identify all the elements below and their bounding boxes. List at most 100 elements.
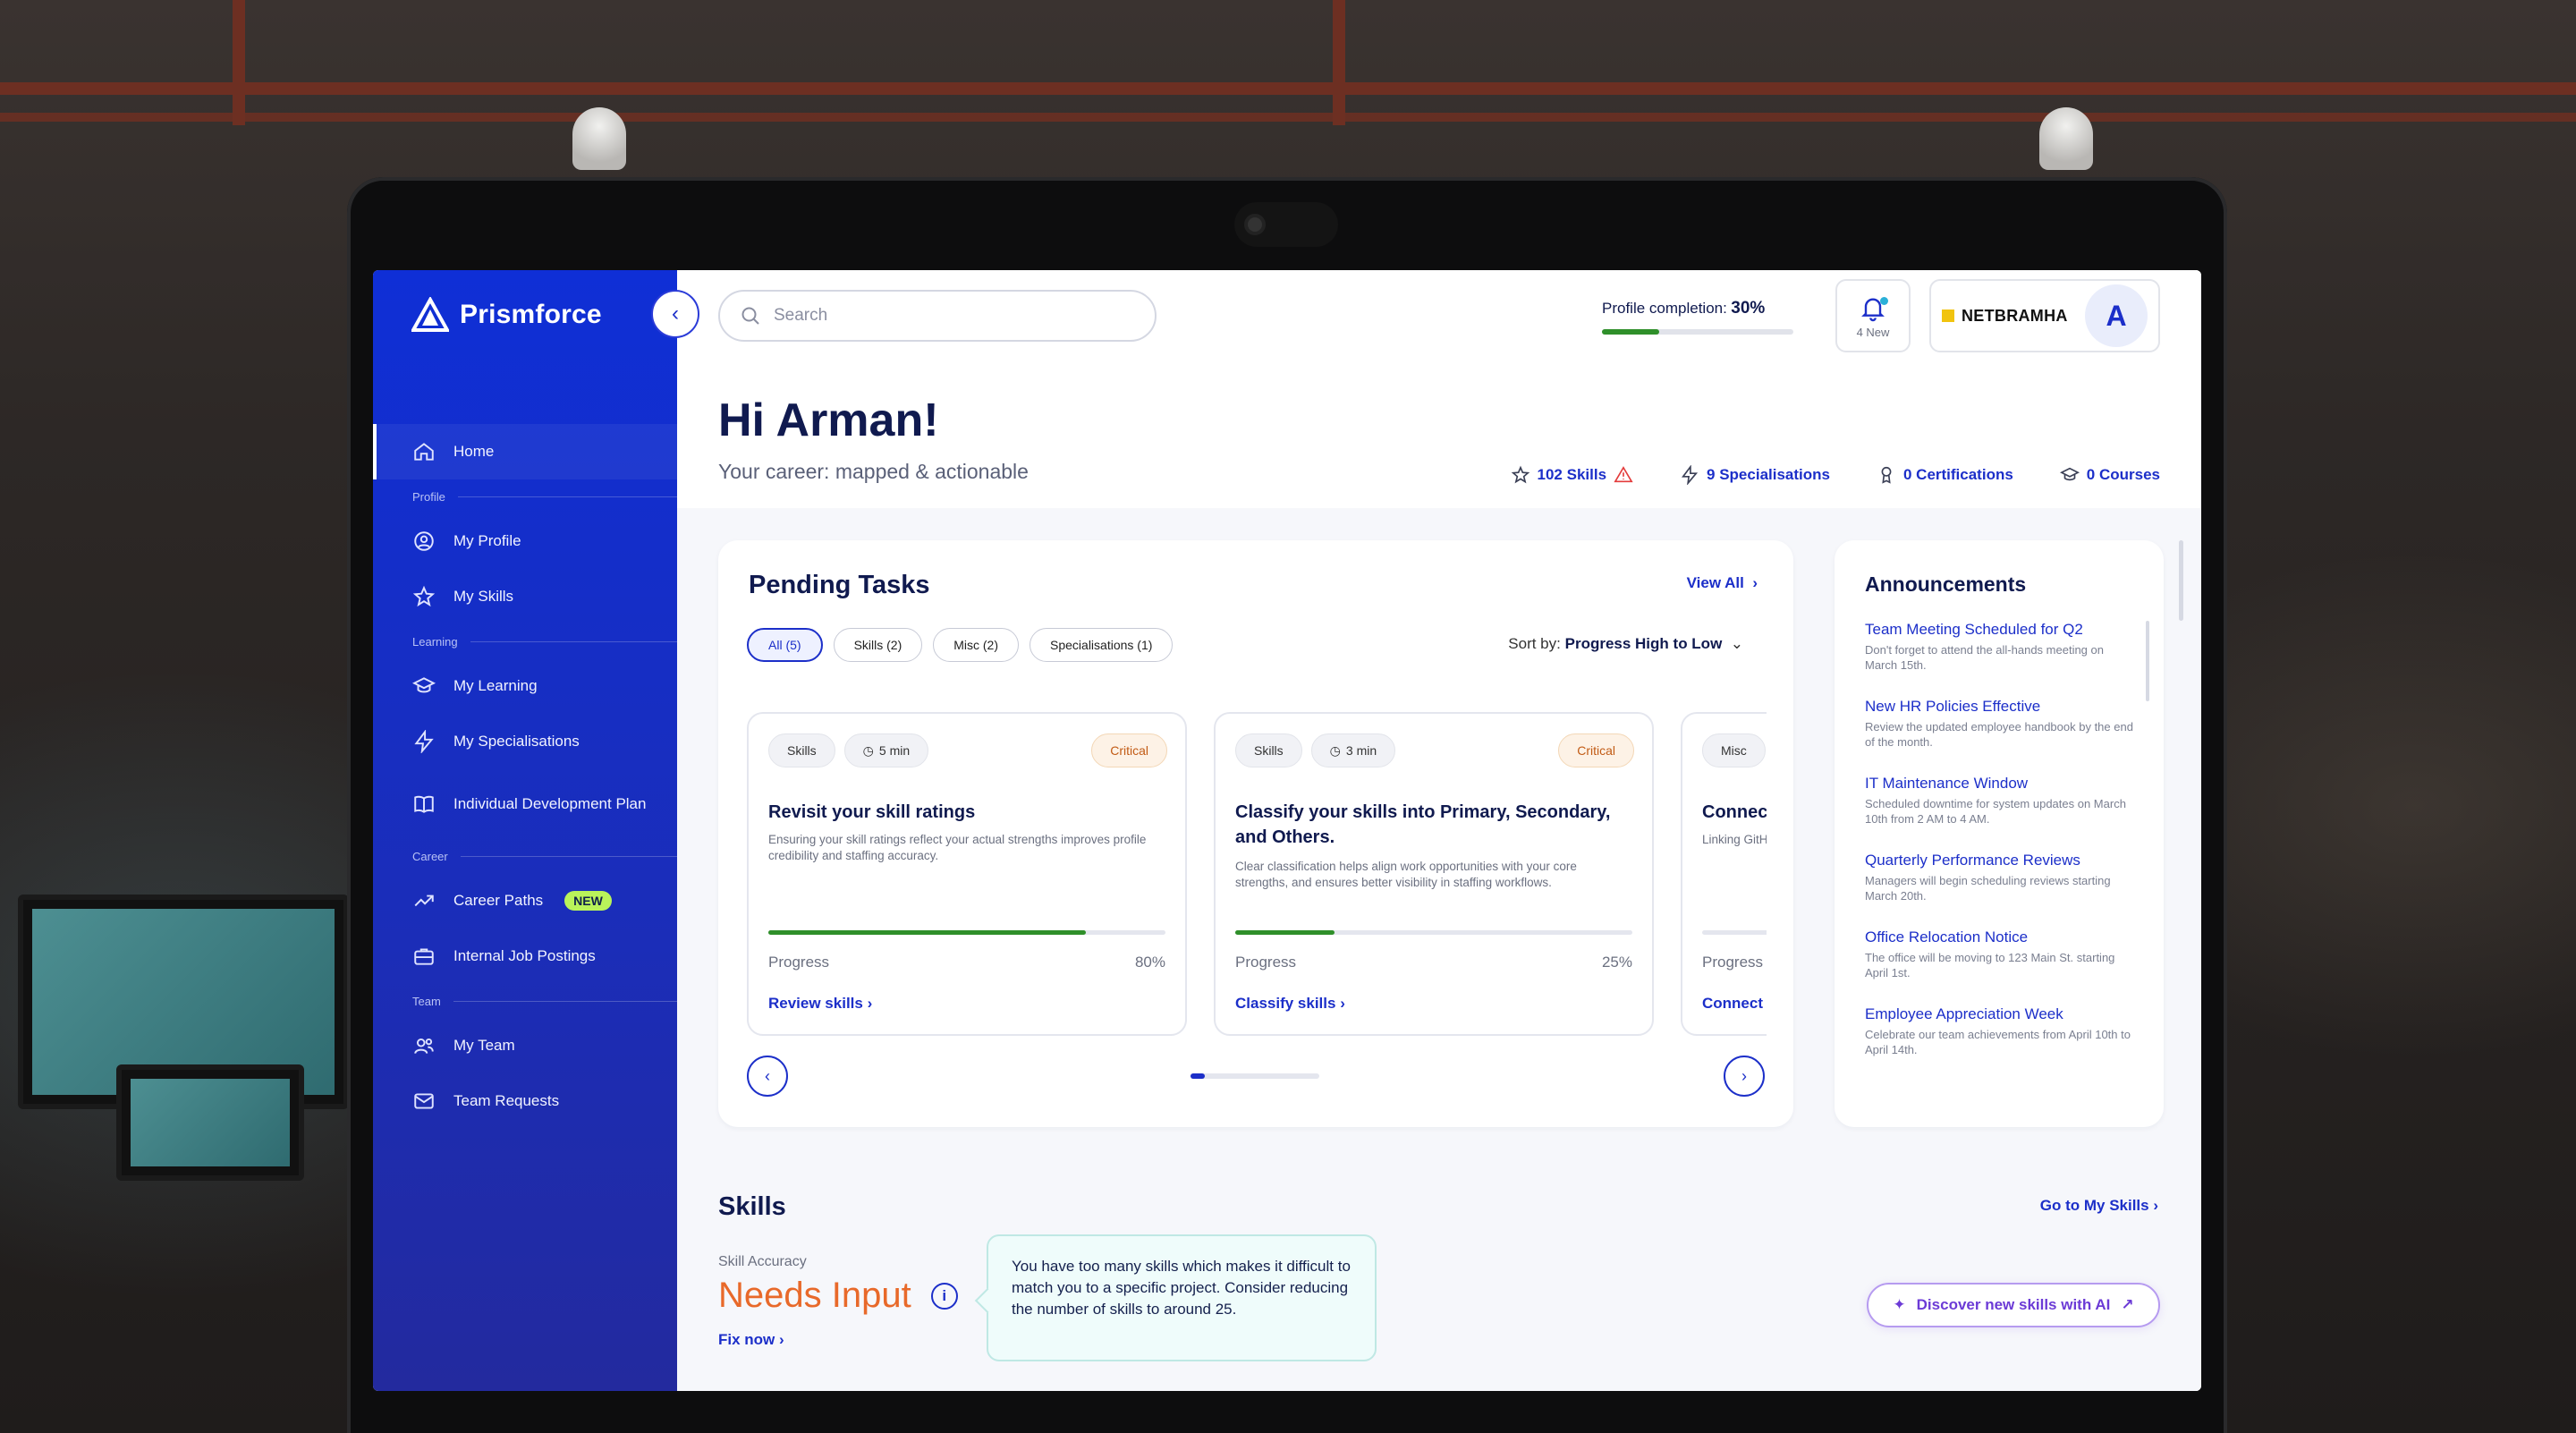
announcement-description: The office will be moving to 123 Main St… xyxy=(1865,951,2115,979)
task-carousel: Skills ◷ 5 min Critical Revisit your skill r… xyxy=(747,712,1767,1036)
search-box[interactable] xyxy=(718,290,1157,342)
task-action-label: Review skills xyxy=(768,995,863,1012)
carousel-prev-button[interactable]: ‹ xyxy=(747,1056,788,1097)
sidebar-item-label: Home xyxy=(453,443,495,460)
announcement-item[interactable]: Team Meeting Scheduled for Q2 Don't forge… xyxy=(1865,621,2133,698)
task-action-link[interactable]: Classify skills › xyxy=(1235,995,1345,1013)
stat-skills[interactable]: 102 Skills xyxy=(1511,465,1634,485)
task-card[interactable]: Skills ◷ 5 min Critical Revisit your skill r… xyxy=(747,712,1187,1036)
main-scrollbar[interactable] xyxy=(2179,540,2183,621)
sort-value: Progress High to Low xyxy=(1564,635,1723,652)
task-category-tag: Skills xyxy=(768,733,835,767)
sidebar-item-internal-job-postings[interactable]: Internal Job Postings xyxy=(373,928,677,984)
task-action-link[interactable]: Review skills › xyxy=(768,995,872,1013)
lightning-icon xyxy=(1682,465,1699,485)
priority-badge: Critical xyxy=(1091,733,1167,767)
task-duration: 3 min xyxy=(1345,743,1377,758)
filter-chip[interactable]: Misc (2) xyxy=(933,628,1020,662)
announcement-description: Don't forget to attend the all-hands mee… xyxy=(1865,643,2104,672)
ceiling-pipe xyxy=(233,0,245,125)
avatar[interactable]: A xyxy=(2085,284,2148,347)
discover-skills-ai-button[interactable]: ✦ Discover new skills with AI ↗ xyxy=(1867,1283,2160,1327)
announcement-item[interactable]: Quarterly Performance Reviews Managers wi… xyxy=(1865,852,2133,928)
app-screen: Prismforce Home Profile My Profile My Skill… xyxy=(373,270,2201,1391)
stat-certifications[interactable]: 0 Certifications xyxy=(1877,465,2013,485)
fix-now-link[interactable]: Fix now › xyxy=(718,1331,784,1349)
task-action-label: Classify skills xyxy=(1235,995,1336,1012)
chevron-right-icon: › xyxy=(862,995,873,1012)
announcements-scrollbar[interactable] xyxy=(2146,621,2149,701)
sort-label: Sort by: xyxy=(1508,635,1561,652)
profile-completion[interactable]: Profile completion: 30% xyxy=(1602,299,1793,335)
announcement-title: Office Relocation Notice xyxy=(1865,928,2029,945)
sidebar-item-label: Team Requests xyxy=(453,1092,560,1109)
sidebar-item-career-paths[interactable]: Career Paths NEW xyxy=(373,873,677,928)
stats-bar: 102 Skills 9 Specialisations 0 Certifica… xyxy=(1511,465,2160,485)
collapse-sidebar-button[interactable]: ‹ xyxy=(651,290,699,338)
graduation-cap-icon xyxy=(412,674,436,698)
nav-section-label: Career xyxy=(412,849,448,863)
announcement-title: Quarterly Performance Reviews xyxy=(1865,852,2080,869)
announcement-item[interactable]: New HR Policies Effective Review the upda… xyxy=(1865,698,2133,775)
search-icon xyxy=(741,307,759,325)
sidebar-item-my-profile[interactable]: My Profile xyxy=(373,513,677,569)
info-icon[interactable]: i xyxy=(930,1282,958,1310)
sidebar-item-my-team[interactable]: My Team xyxy=(373,1018,677,1073)
announcement-title: Employee Appreciation Week xyxy=(1865,1005,2063,1022)
lightning-icon xyxy=(412,730,436,753)
notifications-button[interactable]: 4 New xyxy=(1835,279,1911,352)
stat-specialisations[interactable]: 9 Specialisations xyxy=(1680,465,1830,485)
sort-dropdown[interactable]: Sort by: Progress High to Low ⌄ xyxy=(1508,635,1743,653)
task-title: Classify your skills into Primary, Secon… xyxy=(1235,802,1611,847)
page-subtitle: Your career: mapped & actionable xyxy=(718,460,1029,483)
task-tags: Skills ◷ 5 min xyxy=(768,733,929,767)
stat-courses[interactable]: 0 Courses xyxy=(2059,465,2160,485)
view-all-label: View All xyxy=(1686,574,1744,591)
user-circle-icon xyxy=(412,530,436,553)
task-description: Clear classification helps align work op… xyxy=(1235,860,1577,889)
chevron-right-icon: › xyxy=(1741,1066,1747,1085)
carousel-pager xyxy=(1191,1073,1319,1079)
divider xyxy=(453,1000,677,1002)
task-tags: Skills ◷ 3 min xyxy=(1235,733,1396,767)
chevron-right-icon: › xyxy=(1748,574,1758,591)
account-menu[interactable]: NETBRAMHA A xyxy=(1929,279,2160,352)
sidebar-item-team-requests[interactable]: Team Requests xyxy=(373,1073,677,1129)
arrow-up-right-icon: ↗ xyxy=(2121,1296,2134,1313)
sidebar-item-label: My Profile xyxy=(453,532,521,549)
skill-accuracy-status: Needs Input i xyxy=(718,1276,958,1316)
profile-completion-bar xyxy=(1602,329,1793,335)
go-to-my-skills-link[interactable]: Go to My Skills › xyxy=(2040,1197,2158,1215)
filter-chip[interactable]: All (5) xyxy=(747,628,823,662)
carousel-next-button[interactable]: › xyxy=(1724,1056,1765,1097)
task-card[interactable]: Misc Connect y Linking GitHul contribution… xyxy=(1681,712,1767,1036)
sidebar-item-label: My Learning xyxy=(453,677,538,694)
filter-chip[interactable]: Specialisations (1) xyxy=(1030,628,1174,662)
priority-badge: Critical xyxy=(1558,733,1634,767)
sidebar-item-my-learning[interactable]: My Learning xyxy=(373,658,677,714)
search-input[interactable] xyxy=(774,306,1131,326)
announcements-list: Team Meeting Scheduled for Q2 Don't forge… xyxy=(1865,621,2133,1082)
sidebar-item-label: Individual Development Plan xyxy=(453,795,647,812)
sidebar-item-my-specialisations[interactable]: My Specialisations xyxy=(373,714,677,769)
announcement-item[interactable]: Office Relocation Notice The office will … xyxy=(1865,928,2133,1005)
announcement-item[interactable]: Employee Appreciation Week Celebrate our … xyxy=(1865,1005,2133,1082)
task-card[interactable]: Skills ◷ 3 min Critical Classify your skills… xyxy=(1214,712,1654,1036)
nav-section-label: Profile xyxy=(412,489,445,504)
announcement-title: Team Meeting Scheduled for Q2 xyxy=(1865,621,2083,638)
ceiling-pipe xyxy=(0,82,2576,95)
task-action-link[interactable]: Connect Gi › xyxy=(1702,995,1767,1013)
nav-section-career: Career xyxy=(373,839,677,873)
filter-chip[interactable]: Skills (2) xyxy=(833,628,923,662)
sidebar-item-my-skills[interactable]: My Skills xyxy=(373,569,677,624)
announcement-item[interactable]: IT Maintenance Window Scheduled downtime … xyxy=(1865,775,2133,852)
task-progress-fill xyxy=(768,930,1087,935)
view-all-link[interactable]: View All › xyxy=(1687,574,1758,592)
sidebar-item-home[interactable]: Home xyxy=(373,424,677,479)
ceiling-pipe xyxy=(1333,0,1345,125)
nav-section-profile: Profile xyxy=(373,479,677,513)
star-icon xyxy=(1511,465,1530,484)
stat-specialisations-label: 9 Specialisations xyxy=(1707,466,1830,483)
brand[interactable]: Prismforce xyxy=(411,297,602,333)
sidebar-item-individual-development-plan[interactable]: Individual Development Plan xyxy=(373,769,677,839)
